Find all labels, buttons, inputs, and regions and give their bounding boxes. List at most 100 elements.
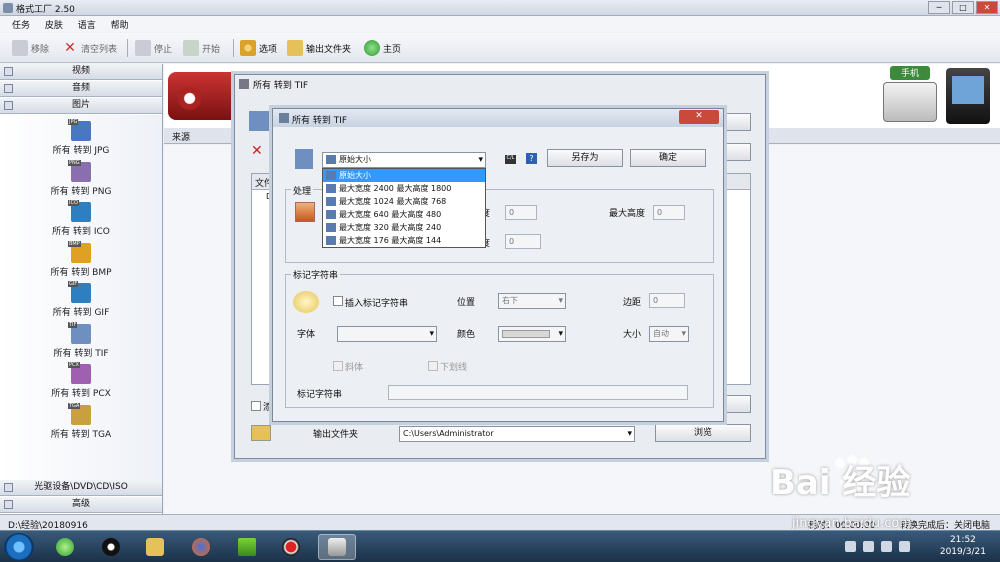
size-auto-select[interactable]: 自动: [649, 326, 689, 342]
position-select[interactable]: 右下: [498, 293, 566, 309]
format-item-tga[interactable]: TGA 所有 转到 TGA: [0, 402, 162, 440]
italic-label: 斜体: [345, 363, 364, 373]
format-item-bmp[interactable]: BMP 所有 转到 BMP: [0, 240, 162, 278]
dialog-close-button[interactable]: ✕: [679, 110, 719, 124]
taskbar-format-factory-app[interactable]: [318, 534, 356, 560]
output-path-select[interactable]: C:\Users\Administrator: [399, 426, 635, 442]
options-button[interactable]: 选项: [240, 39, 277, 57]
minimize-button[interactable]: ─: [928, 1, 950, 14]
italic-checkbox[interactable]: [333, 361, 343, 371]
image-icon: [4, 101, 13, 110]
size-option[interactable]: 最大宽度 2400 最大高度 1800: [323, 182, 485, 195]
back-dialog-title-bar: 所有 转到 TIF: [235, 75, 765, 93]
system-tray: [845, 541, 910, 552]
add-checkbox[interactable]: [251, 401, 261, 411]
size-option-label: 最大宽度 1024 最大高度 768: [339, 197, 447, 206]
taskbar-player-app[interactable]: [228, 534, 266, 560]
file-column[interactable]: 文件: [255, 176, 273, 189]
dialog-title-bar: 所有 转到 TIF ✕: [273, 109, 723, 127]
category-advanced[interactable]: 高级: [0, 497, 162, 513]
pcx-format-icon: PCX: [68, 362, 91, 384]
png-format-icon: PNG: [68, 159, 91, 182]
category-video[interactable]: 视频: [0, 64, 162, 80]
output-folder-button[interactable]: 输出文件夹: [287, 39, 351, 57]
taskbar-firefox-app[interactable]: [182, 534, 220, 560]
taskbar-explorer-app[interactable]: [136, 534, 174, 560]
format-item-gif[interactable]: GIF 所有 转到 GIF: [0, 281, 162, 318]
size-select[interactable]: 原始大小: [322, 152, 486, 168]
start-button[interactable]: [4, 533, 34, 561]
format-item-label: 所有 转到 GIF: [52, 308, 110, 318]
delete-icon[interactable]: ✕: [251, 143, 263, 159]
image-size-icon: [326, 223, 336, 232]
format-item-ico[interactable]: ICO 所有 转到 ICO: [0, 200, 162, 237]
size-option[interactable]: 最大宽度 176 最大高度 144: [323, 234, 485, 247]
output-folder-icon[interactable]: [251, 425, 271, 441]
category-audio[interactable]: 音频: [0, 81, 162, 97]
player-icon: [238, 538, 256, 556]
record-icon: [282, 538, 300, 556]
max-height-label: 最大高度: [609, 209, 646, 219]
help-icon[interactable]: ?: [526, 153, 537, 164]
ok-button[interactable]: 确定: [630, 149, 706, 167]
stop-button[interactable]: 停止: [135, 39, 172, 57]
close-button[interactable]: ✕: [976, 1, 998, 14]
source-column[interactable]: 来源: [172, 130, 190, 143]
size-option[interactable]: 最大宽度 640 最大高度 480: [323, 208, 485, 221]
remove-icon: [12, 40, 28, 56]
start-button[interactable]: 开始: [183, 39, 220, 57]
maximize-button[interactable]: □: [952, 1, 974, 14]
action-center-icon[interactable]: [863, 541, 874, 552]
format-item-png[interactable]: PNG 所有 转到 PNG: [0, 159, 162, 197]
category-disc[interactable]: 光驱设备\DVD\CD\ISO: [0, 480, 162, 496]
disc-icon: [4, 483, 13, 492]
settings-dialog-icon: [279, 113, 289, 123]
menu-task[interactable]: 任务: [12, 18, 30, 31]
menu-bar: 任务 皮肤 语言 帮助: [0, 16, 1000, 32]
menu-skin[interactable]: 皮肤: [45, 18, 63, 31]
remove-button[interactable]: 移除: [12, 39, 49, 57]
taskbar-recorder-app[interactable]: [272, 534, 310, 560]
keyboard-icon[interactable]: [845, 541, 856, 552]
network-icon[interactable]: [881, 541, 892, 552]
clock[interactable]: 21:52 2019/3/21: [940, 534, 986, 558]
color-select[interactable]: [498, 326, 566, 342]
volume-icon[interactable]: [899, 541, 910, 552]
size-option[interactable]: 最大宽度 1024 最大高度 768: [323, 195, 485, 208]
size-option-icon: [326, 155, 336, 164]
tif-settings-dialog: 所有 转到 TIF ✕ 原始大小 C/L ? 另存为 确定 处理 度 0 最大高…: [272, 108, 724, 422]
position-label: 位置: [457, 298, 476, 308]
preview-icon[interactable]: C/L: [505, 155, 516, 164]
qq-icon: [102, 538, 120, 556]
format-item-pcx[interactable]: PCX 所有 转到 PCX: [0, 362, 162, 399]
rotate-select[interactable]: 0: [505, 234, 541, 249]
size-option[interactable]: 原始大小: [323, 169, 485, 182]
menu-language[interactable]: 语言: [78, 18, 96, 31]
max-height-input[interactable]: 0: [653, 205, 685, 220]
browse-button[interactable]: 浏览: [655, 424, 751, 442]
clear-icon: ✕: [64, 40, 76, 56]
jpg-format-icon: JPG: [68, 119, 91, 141]
save-as-button[interactable]: 另存为: [547, 149, 623, 167]
size-option-label: 最大宽度 176 最大高度 144: [339, 236, 442, 245]
process-icon: [295, 202, 315, 222]
category-image[interactable]: 图片: [0, 98, 162, 114]
size-option[interactable]: 最大宽度 320 最大高度 240: [323, 221, 485, 234]
margin-input[interactable]: 0: [649, 293, 685, 308]
home-button[interactable]: 主页: [364, 39, 401, 57]
insert-mark-checkbox[interactable]: [333, 296, 343, 306]
clear-list-button[interactable]: ✕ 清空列表: [62, 39, 117, 57]
taskbar-360-app[interactable]: [46, 534, 84, 560]
taskbar-qq-app[interactable]: [92, 534, 130, 560]
gear-icon: [240, 40, 256, 56]
underline-checkbox[interactable]: [428, 361, 438, 371]
menu-help[interactable]: 帮助: [111, 18, 129, 31]
format-item-jpg[interactable]: JPG 所有 转到 JPG: [0, 119, 162, 156]
font-select[interactable]: [337, 326, 437, 342]
mark-string-input[interactable]: [388, 385, 688, 400]
format-item-tif[interactable]: TIF 所有 转到 TIF: [0, 321, 162, 359]
format-factory-icon: [328, 538, 346, 556]
stop-icon: [135, 40, 151, 56]
bmp-format-icon: BMP: [68, 240, 91, 263]
max-width-input[interactable]: 0: [505, 205, 537, 220]
